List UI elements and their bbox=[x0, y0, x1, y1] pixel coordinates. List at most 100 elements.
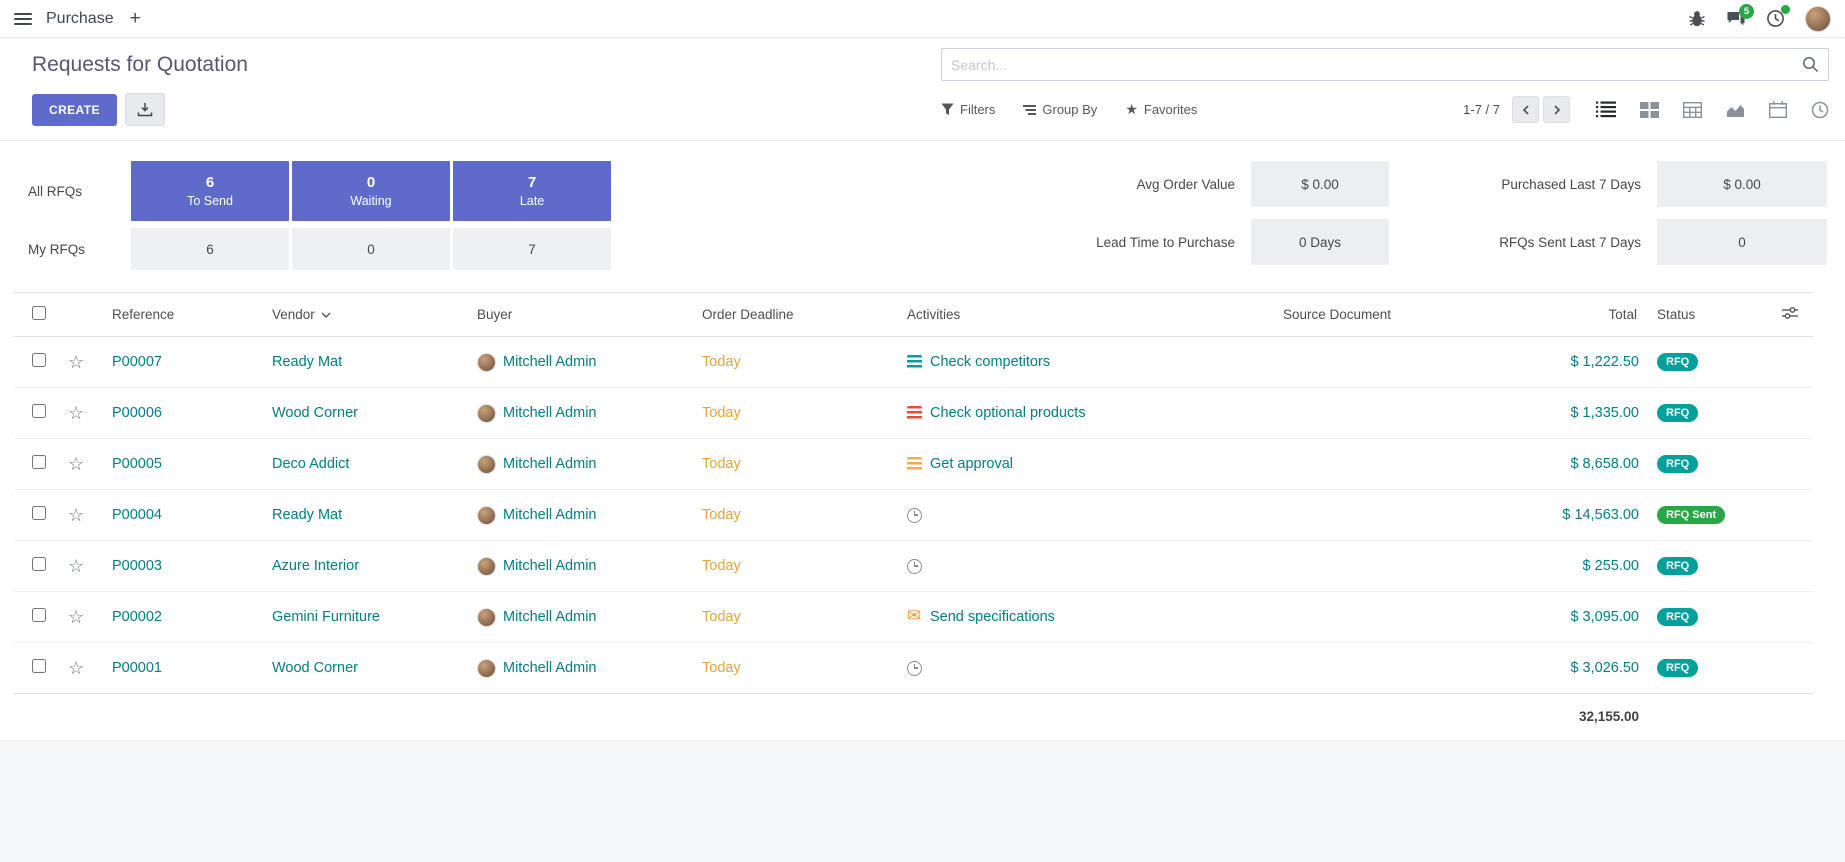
apps-menu-icon[interactable] bbox=[14, 13, 32, 25]
column-header-vendor[interactable]: Vendor bbox=[262, 293, 467, 337]
select-all-checkbox[interactable] bbox=[32, 306, 46, 320]
buyer-link[interactable]: Mitchell Admin bbox=[503, 660, 596, 676]
activity-text[interactable]: Send specifications bbox=[930, 609, 1055, 625]
create-button[interactable]: CREATE bbox=[32, 94, 117, 126]
search-input[interactable] bbox=[951, 57, 1802, 73]
pager-range: 1-7 / 7 bbox=[1463, 102, 1500, 117]
order-deadline: Today bbox=[702, 354, 741, 370]
activity-tasks-icon[interactable] bbox=[907, 406, 922, 420]
reference-link[interactable]: P00004 bbox=[112, 507, 162, 523]
activity-text[interactable]: Get approval bbox=[930, 456, 1013, 472]
table-row[interactable]: ☆ P00001 Wood Corner Mitchell Admin Toda… bbox=[14, 643, 1813, 694]
list-view-icon[interactable] bbox=[1596, 101, 1616, 118]
column-header-total[interactable]: Total bbox=[1477, 293, 1647, 337]
favorites-button[interactable]: ★ Favorites bbox=[1125, 101, 1197, 118]
optional-columns-icon[interactable] bbox=[1767, 293, 1813, 337]
column-header-source[interactable]: Source Document bbox=[1197, 293, 1477, 337]
table-row[interactable]: ☆ P00003 Azure Interior Mitchell Admin T… bbox=[14, 541, 1813, 592]
reference-link[interactable]: P00005 bbox=[112, 456, 162, 472]
plus-icon[interactable]: + bbox=[130, 9, 141, 28]
reference-link[interactable]: P00001 bbox=[112, 660, 162, 676]
buyer-link[interactable]: Mitchell Admin bbox=[503, 558, 596, 574]
column-header-reference[interactable]: Reference bbox=[102, 293, 262, 337]
favorite-star-icon[interactable]: ☆ bbox=[68, 658, 84, 678]
app-name[interactable]: Purchase bbox=[46, 10, 114, 28]
lead-time-label: Lead Time to Purchase bbox=[1075, 235, 1235, 250]
my-to-send-tile[interactable]: 6 bbox=[131, 228, 289, 270]
buyer-link[interactable]: Mitchell Admin bbox=[503, 405, 596, 421]
vendor-link[interactable]: Azure Interior bbox=[272, 558, 359, 574]
row-checkbox[interactable] bbox=[32, 557, 46, 571]
row-checkbox[interactable] bbox=[32, 353, 46, 367]
activity-tasks-icon[interactable] bbox=[907, 355, 922, 369]
graph-view-icon[interactable] bbox=[1726, 102, 1745, 118]
my-waiting-tile[interactable]: 0 bbox=[292, 228, 450, 270]
activity-tasks-icon[interactable] bbox=[907, 457, 922, 471]
messages-icon[interactable]: 5 bbox=[1726, 10, 1746, 28]
activity-clock-icon[interactable] bbox=[907, 508, 922, 523]
tile-to-send[interactable]: 6 To Send bbox=[131, 161, 289, 221]
pager-previous-button[interactable] bbox=[1512, 96, 1539, 123]
activities-clock-icon[interactable] bbox=[1766, 9, 1785, 28]
favorite-star-icon[interactable]: ☆ bbox=[68, 607, 84, 627]
kanban-view-icon[interactable] bbox=[1640, 102, 1659, 118]
activity-envelope-icon[interactable] bbox=[907, 610, 922, 624]
export-button[interactable] bbox=[125, 93, 165, 126]
favorite-star-icon[interactable]: ☆ bbox=[68, 454, 84, 474]
tile-waiting[interactable]: 0 Waiting bbox=[292, 161, 450, 221]
group-by-button[interactable]: Group By bbox=[1023, 102, 1097, 117]
calendar-view-icon[interactable] bbox=[1769, 101, 1787, 118]
vendor-link[interactable]: Deco Addict bbox=[272, 456, 349, 472]
column-header-status[interactable]: Status bbox=[1647, 293, 1767, 337]
activity-text[interactable]: Check optional products bbox=[930, 405, 1086, 421]
total-amount: $ 14,563.00 bbox=[1477, 490, 1647, 541]
row-checkbox[interactable] bbox=[32, 659, 46, 673]
filters-button[interactable]: Filters bbox=[941, 102, 995, 117]
pivot-view-icon[interactable] bbox=[1683, 102, 1702, 118]
buyer-link[interactable]: Mitchell Admin bbox=[503, 456, 596, 472]
column-header-buyer[interactable]: Buyer bbox=[467, 293, 692, 337]
activity-text[interactable]: Check competitors bbox=[930, 354, 1050, 370]
column-header-deadline[interactable]: Order Deadline bbox=[692, 293, 897, 337]
row-checkbox[interactable] bbox=[32, 404, 46, 418]
vendor-link[interactable]: Wood Corner bbox=[272, 405, 358, 421]
my-rfqs-label[interactable]: My RFQs bbox=[16, 242, 128, 257]
tile-late[interactable]: 7 Late bbox=[453, 161, 611, 221]
table-row[interactable]: ☆ P00005 Deco Addict Mitchell Admin Toda… bbox=[14, 439, 1813, 490]
column-header-activities[interactable]: Activities bbox=[897, 293, 1197, 337]
reference-link[interactable]: P00003 bbox=[112, 558, 162, 574]
table-row[interactable]: ☆ P00002 Gemini Furniture Mitchell Admin… bbox=[14, 592, 1813, 643]
sort-caret-icon bbox=[321, 312, 331, 318]
buyer-link[interactable]: Mitchell Admin bbox=[503, 609, 596, 625]
table-row[interactable]: ☆ P00004 Ready Mat Mitchell Admin Today … bbox=[14, 490, 1813, 541]
activity-clock-icon[interactable] bbox=[907, 559, 922, 574]
debug-bug-icon[interactable] bbox=[1688, 10, 1706, 28]
vendor-link[interactable]: Gemini Furniture bbox=[272, 609, 380, 625]
reference-link[interactable]: P00007 bbox=[112, 354, 162, 370]
favorite-star-icon[interactable]: ☆ bbox=[68, 403, 84, 423]
favorite-star-icon[interactable]: ☆ bbox=[68, 556, 84, 576]
pager-next-button[interactable] bbox=[1543, 96, 1570, 123]
row-checkbox[interactable] bbox=[32, 506, 46, 520]
vendor-link[interactable]: Ready Mat bbox=[272, 507, 342, 523]
activity-clock-icon[interactable] bbox=[907, 661, 922, 676]
search-icon[interactable] bbox=[1802, 56, 1819, 73]
table-footer-row: 32,155.00 bbox=[14, 694, 1813, 740]
row-checkbox[interactable] bbox=[32, 455, 46, 469]
row-checkbox[interactable] bbox=[32, 608, 46, 622]
reference-link[interactable]: P00006 bbox=[112, 405, 162, 421]
user-avatar[interactable] bbox=[1805, 6, 1831, 32]
reference-link[interactable]: P00002 bbox=[112, 609, 162, 625]
favorite-star-icon[interactable]: ☆ bbox=[68, 352, 84, 372]
search-box[interactable] bbox=[941, 48, 1829, 81]
favorite-star-icon[interactable]: ☆ bbox=[68, 505, 84, 525]
my-late-tile[interactable]: 7 bbox=[453, 228, 611, 270]
table-row[interactable]: ☆ P00007 Ready Mat Mitchell Admin Today … bbox=[14, 337, 1813, 388]
all-rfqs-label[interactable]: All RFQs bbox=[16, 184, 128, 199]
table-row[interactable]: ☆ P00006 Wood Corner Mitchell Admin Toda… bbox=[14, 388, 1813, 439]
buyer-link[interactable]: Mitchell Admin bbox=[503, 507, 596, 523]
vendor-link[interactable]: Wood Corner bbox=[272, 660, 358, 676]
activity-view-icon[interactable] bbox=[1811, 101, 1829, 119]
buyer-link[interactable]: Mitchell Admin bbox=[503, 354, 596, 370]
vendor-link[interactable]: Ready Mat bbox=[272, 354, 342, 370]
